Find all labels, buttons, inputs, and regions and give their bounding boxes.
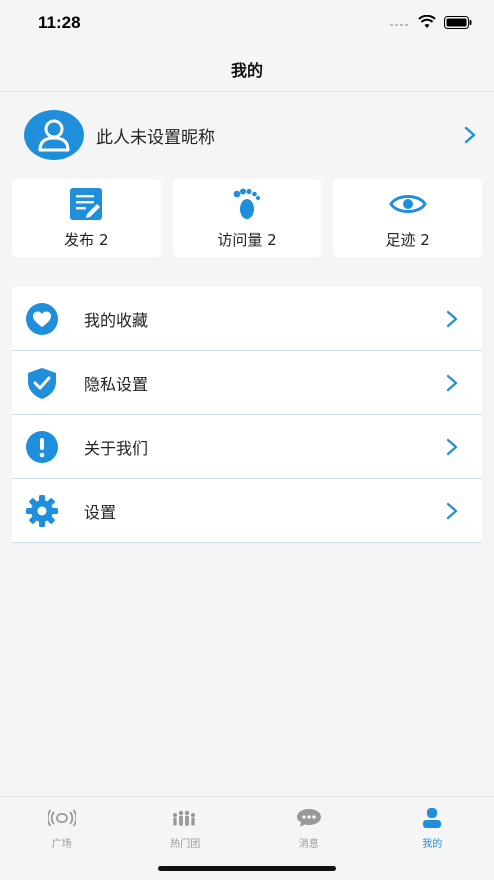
stat-label-visits: 访问量 2: [217, 230, 277, 249]
tab-label-square: 广场: [51, 839, 72, 850]
nav-bar: 我的: [0, 46, 494, 92]
group-icon: [171, 807, 199, 829]
stat-label-posts: 发布 2: [64, 230, 109, 249]
eye-icon: [388, 187, 427, 221]
menu-item-favorites[interactable]: 我的收藏: [12, 287, 482, 351]
heart-icon: [24, 301, 60, 337]
tab-square[interactable]: 广场: [0, 797, 124, 880]
menu-label-favorites: 我的收藏: [84, 310, 149, 330]
battery-icon: [444, 14, 472, 33]
broadcast-icon: [47, 807, 76, 829]
wifi-icon: [418, 14, 436, 33]
gear-icon: [24, 493, 60, 529]
signal-icon: [390, 14, 410, 33]
chevron-right-icon: [446, 374, 458, 392]
profile-row[interactable]: 此人未设置昵称: [0, 100, 494, 170]
menu-label-privacy: 隐私设置: [84, 374, 149, 394]
menu-item-about[interactable]: 关于我们: [12, 415, 482, 479]
menu-item-privacy[interactable]: 隐私设置: [12, 351, 482, 415]
stat-card-posts[interactable]: 发布 2: [12, 179, 161, 257]
chevron-right-icon: [446, 502, 458, 520]
chevron-right-icon: [464, 126, 476, 144]
home-indicator: [158, 866, 336, 871]
info-exclamation-icon: [24, 429, 60, 465]
status-time: 11:28: [38, 13, 81, 32]
shield-check-icon: [24, 365, 60, 401]
footprint-icon: [230, 187, 264, 221]
menu-label-settings: 设置: [84, 502, 117, 522]
edit-document-icon: [69, 187, 103, 221]
stat-card-footprints[interactable]: 足迹 2: [333, 179, 483, 257]
person-avatar-icon: [38, 119, 70, 152]
tab-label-messages: 消息: [298, 839, 319, 850]
tab-label-hot-groups: 热门团: [170, 839, 201, 850]
stat-label-footprints: 足迹 2: [385, 230, 430, 249]
chevron-right-icon: [446, 438, 458, 456]
chat-bubble-icon: [296, 807, 322, 829]
avatar: [24, 110, 84, 160]
tab-label-mine: 我的: [422, 839, 443, 850]
stats-row: 发布 2 访问量 2 足迹 2: [12, 179, 483, 257]
person-icon: [421, 807, 443, 829]
status-bar: 11:28: [0, 0, 494, 46]
menu-list: 我的收藏 隐私设置 关于我们 设置: [12, 287, 482, 543]
page-title: 我的: [230, 60, 263, 80]
menu-label-about: 关于我们: [84, 438, 149, 458]
profile-nickname: 此人未设置昵称: [96, 127, 215, 148]
tab-mine[interactable]: 我的: [371, 797, 494, 880]
stat-card-visits[interactable]: 访问量 2: [172, 179, 322, 257]
status-icons: [390, 14, 472, 33]
chevron-right-icon: [446, 310, 458, 328]
menu-item-settings[interactable]: 设置: [12, 479, 482, 543]
